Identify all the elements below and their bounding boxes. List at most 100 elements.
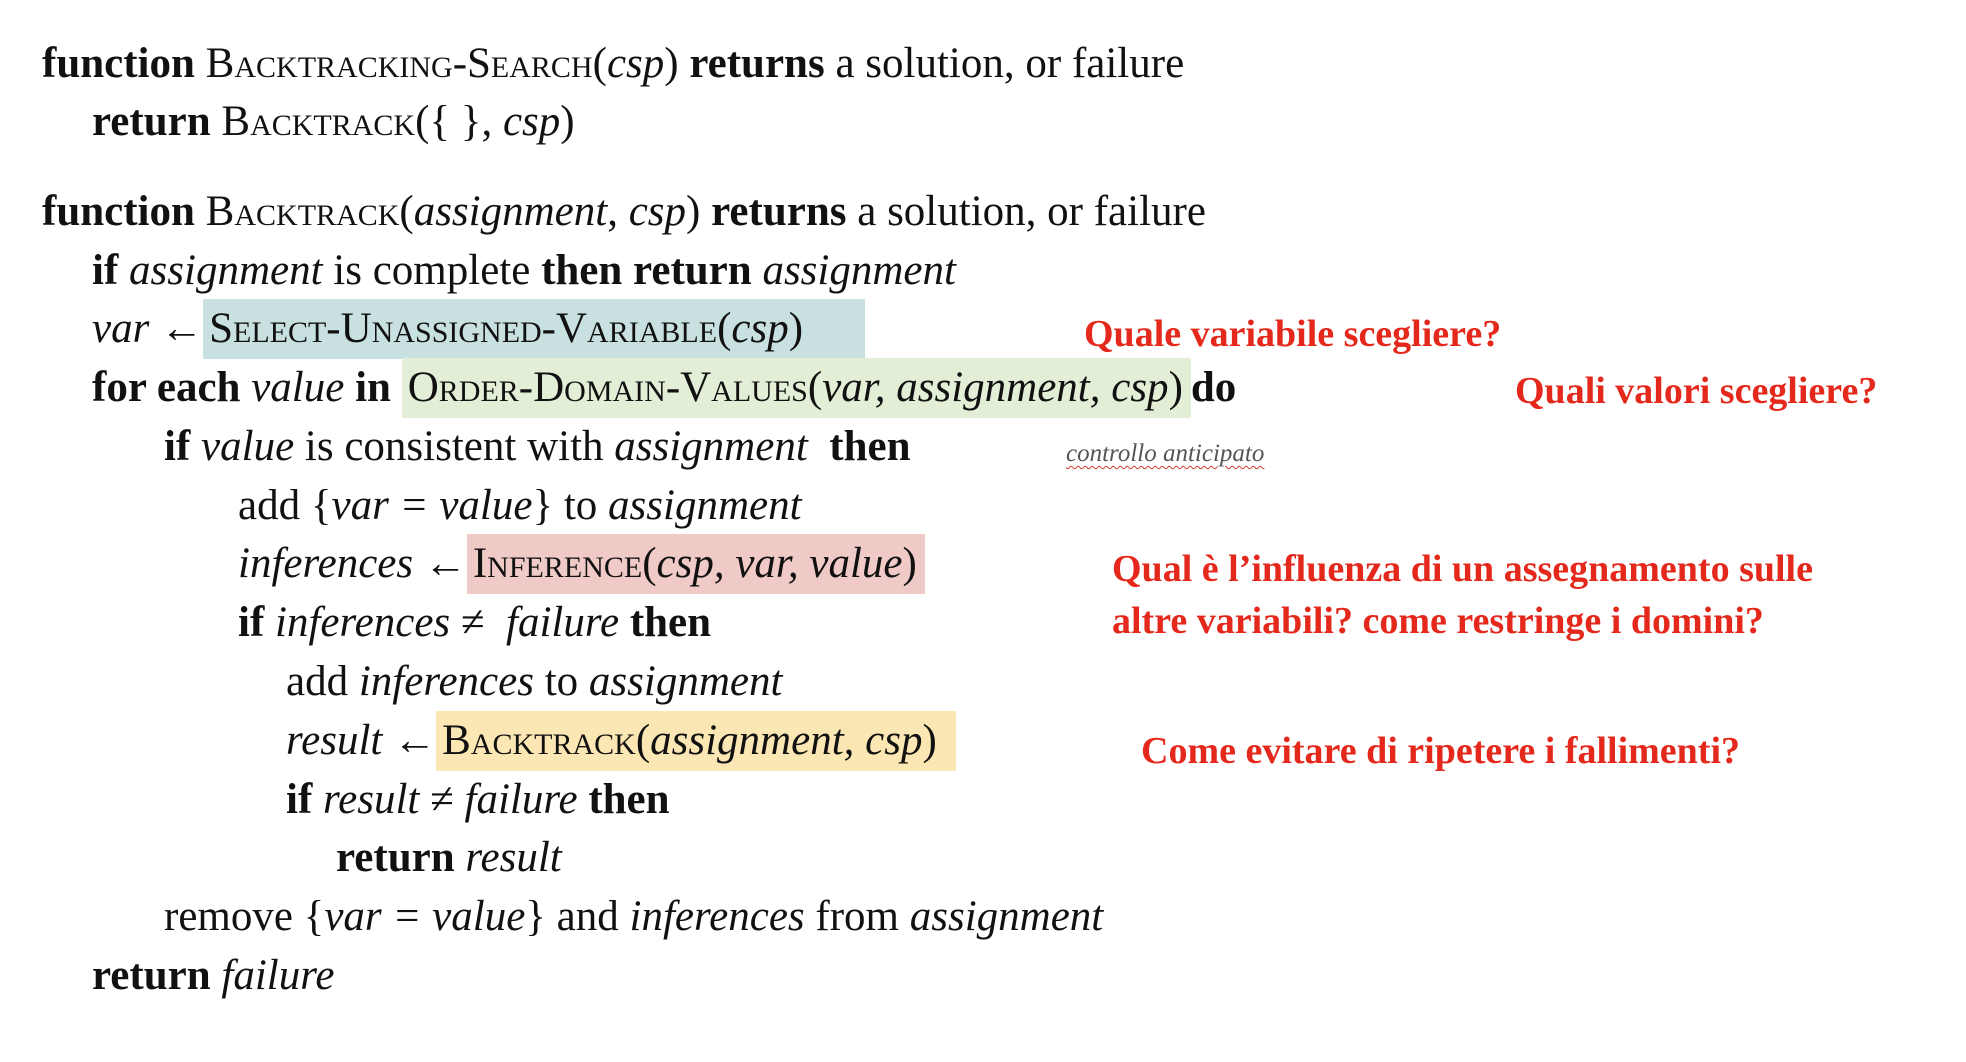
assign-arrow: ←: [160, 305, 204, 352]
paren-open: (: [592, 40, 607, 87]
var-result: result: [286, 717, 383, 764]
paren-open: (: [635, 717, 651, 764]
not-equal-sign: ≠: [430, 776, 454, 823]
annotation-inference-question-2: altre variabili? come restringe i domini…: [1112, 600, 1764, 642]
var-assignment: assignment: [762, 247, 956, 294]
paren-open: (: [807, 364, 823, 411]
keyword-return: return: [336, 834, 455, 881]
var-value: value: [251, 364, 345, 411]
code-line-add-inferences: add inferences to assignment: [286, 656, 782, 708]
keyword-returns: returns: [689, 40, 825, 87]
text-from: from: [815, 893, 899, 940]
keyword-return: return: [92, 952, 211, 999]
annotation-failure-question: Come evitare di ripetere i fallimenti?: [1141, 730, 1741, 772]
condition-text: is complete: [333, 247, 531, 294]
keyword-then: then: [629, 599, 712, 646]
code-line-inference: inferences ← Inference(csp, var, value): [238, 534, 925, 594]
inference-highlight: Inference(csp, var, value): [466, 534, 925, 594]
paren-open: (: [717, 305, 732, 352]
condition-text: is consistent with: [304, 423, 604, 470]
function-call-name: Select-Unassigned-Variable: [209, 305, 718, 352]
var-failure: failure: [221, 952, 335, 999]
keyword-function: function: [42, 40, 195, 87]
backtrack-call-highlight: Backtrack(assignment, csp): [436, 711, 956, 771]
var-var: var: [92, 305, 150, 352]
code-line-if-result: if result ≠ failure then: [286, 774, 670, 826]
text-add: add: [286, 658, 349, 705]
annotation-forward-check: controllo anticipato: [1066, 440, 1265, 467]
code-line-if-inferences: if inferences ≠ failure then: [238, 597, 711, 649]
keyword-then: then: [829, 423, 911, 470]
paren-close: ): [902, 540, 917, 587]
text-remove: remove {: [164, 893, 325, 940]
code-line-recursive-call: result ← Backtrack(assignment, csp): [286, 711, 956, 771]
function-call-name: Order-Domain-Values: [407, 364, 808, 411]
backtracking-search-signature: function Backtracking-Search(csp) return…: [42, 38, 1184, 90]
var-inferences: inferences: [358, 658, 534, 705]
annotation-values-question: Quali valori scegliere?: [1515, 370, 1878, 412]
var-result: result: [323, 776, 420, 823]
var-failure: failure: [506, 599, 620, 646]
assign-arrow: ←: [423, 540, 467, 587]
paren-open: (: [642, 540, 657, 587]
keyword-returns: returns: [711, 188, 847, 235]
assign-arrow: ←: [393, 717, 437, 764]
param-assignment: assignment: [413, 188, 608, 235]
annotation-inference-question-1: Qual è l’influenza di un assegnamento su…: [1112, 548, 1813, 590]
text-add: add {: [238, 482, 332, 529]
select-unassigned-variable-highlight: Select-Unassigned-Variable(csp): [203, 299, 865, 359]
separator: ,: [607, 188, 618, 235]
param-csp: csp: [606, 40, 665, 87]
code-line-if-complete: if assignment is complete then return as…: [92, 245, 956, 297]
backtrack-signature: function Backtrack(assignment, csp) retu…: [42, 186, 1206, 238]
var-value: value: [201, 423, 295, 470]
keyword-in: in: [355, 364, 391, 411]
paren-close: ): [1168, 364, 1183, 411]
code-line-add-var: add {var = value} to assignment: [238, 480, 802, 532]
var-assignment: assignment: [614, 423, 808, 470]
code-line-for-each: for each value in Order-Domain-Values(va…: [92, 358, 1237, 418]
keyword-do: do: [1190, 364, 1237, 411]
call-args: var, assignment, csp: [822, 364, 1169, 411]
param-csp: csp: [731, 305, 789, 352]
annotation-variable-question: Quale variabile scegliere?: [1084, 313, 1502, 355]
param-csp: csp: [628, 188, 687, 235]
text-to: to: [544, 658, 579, 705]
keyword-then: then: [588, 776, 670, 823]
keyword-return: return: [92, 98, 211, 145]
var-assignment: assignment: [909, 893, 1104, 940]
keyword-if: if: [164, 423, 191, 470]
call-args: csp, var, value: [656, 540, 903, 587]
binding-var-value: var = value: [324, 893, 526, 940]
keyword-if: if: [286, 776, 313, 823]
text-to: } to: [532, 482, 598, 529]
text-and: } and: [525, 893, 619, 940]
function-call-name: Backtrack: [221, 98, 416, 145]
paren-open: (: [399, 188, 414, 235]
paren-close: ): [664, 40, 679, 87]
keyword-if: if: [92, 247, 119, 294]
var-inferences: inferences: [629, 893, 805, 940]
function-name: Backtrack: [205, 188, 400, 235]
paren-close: ): [686, 188, 701, 235]
keyword-for-each: for each: [92, 364, 241, 411]
return-description: a solution, or failure: [857, 188, 1206, 235]
var-failure: failure: [464, 776, 578, 823]
code-line-return-result: return result: [336, 832, 562, 884]
paren-close: ): [922, 717, 937, 764]
var-result: result: [465, 834, 562, 881]
code-line-select-variable: var ← Select-Unassigned-Variable(csp): [92, 299, 865, 359]
function-call-name: Inference: [472, 540, 643, 587]
keyword-if: if: [238, 599, 265, 646]
binding-var-value: var = value: [331, 482, 533, 529]
order-domain-values-highlight: Order-Domain-Values(var, assignment, csp…: [401, 358, 1191, 418]
keyword-function: function: [42, 188, 195, 235]
function-call-name: Backtrack: [442, 717, 636, 764]
param-csp: csp: [502, 98, 561, 145]
function-name: Backtracking-Search: [205, 40, 593, 87]
var-assignment: assignment: [588, 658, 783, 705]
keyword-then-return: then return: [541, 247, 752, 294]
paren-close: ): [788, 305, 804, 352]
code-line-return-failure: return failure: [92, 950, 334, 1002]
paren-close: ): [560, 98, 575, 145]
